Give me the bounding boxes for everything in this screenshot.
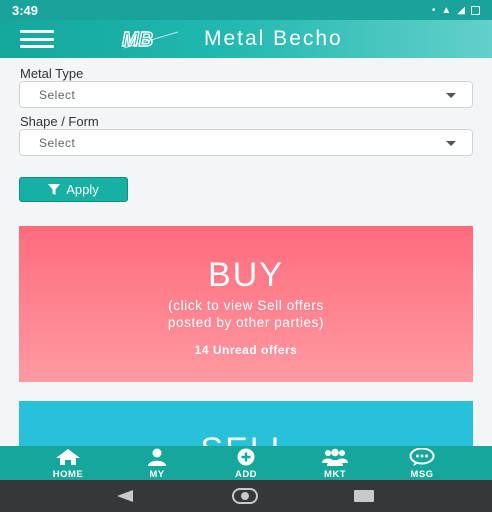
shape-form-select[interactable]: Select <box>19 129 473 156</box>
nav-mkt-label: MKT <box>323 469 347 480</box>
recents-icon[interactable] <box>354 490 374 502</box>
nav-home[interactable]: HOME <box>38 446 98 480</box>
unread-offers-count: 14 Unread offers <box>194 343 298 357</box>
app-title: Metal Becho <box>204 27 343 50</box>
app-bar: MB Metal Becho <box>0 20 492 58</box>
sell-card[interactable]: SELL <box>19 401 473 446</box>
nav-msg[interactable]: MSG <box>392 446 452 480</box>
chevron-down-icon <box>446 93 456 98</box>
system-nav-bar <box>0 480 492 512</box>
home-button-icon[interactable] <box>232 488 258 504</box>
nav-add[interactable]: ADD <box>216 446 276 480</box>
users-group-icon <box>322 448 348 466</box>
metal-type-label: Metal Type <box>20 66 84 81</box>
add-icon <box>237 448 255 466</box>
app-logo: MB <box>121 28 179 51</box>
back-icon[interactable] <box>117 490 133 502</box>
chat-icon <box>409 448 435 466</box>
system-icons: • ▲ ◢ <box>432 5 480 16</box>
battery-icon <box>471 5 480 15</box>
menu-icon[interactable] <box>20 30 54 48</box>
nav-home-label: HOME <box>52 469 84 480</box>
buy-description-line1: (click to view Sell offers <box>168 298 324 313</box>
metal-type-select[interactable]: Select <box>19 81 473 108</box>
chevron-down-icon <box>446 141 456 146</box>
metal-type-value: Select <box>39 87 76 102</box>
nav-my[interactable]: MY <box>127 446 187 480</box>
apply-button[interactable]: Apply <box>19 177 128 202</box>
home-icon <box>56 449 80 465</box>
shape-form-value: Select <box>39 135 76 150</box>
shape-form-label: Shape / Form <box>20 114 99 129</box>
apply-label: Apply <box>66 182 99 197</box>
notification-icon: • <box>431 4 436 16</box>
buy-description-line2: posted by other parties) <box>167 315 325 330</box>
wifi-icon: ◢ <box>457 4 465 16</box>
buy-card[interactable]: BUY (click to view Sell offers posted by… <box>19 226 473 382</box>
nav-mkt[interactable]: MKT <box>305 446 365 480</box>
nav-my-label: MY <box>149 469 165 480</box>
user-icon <box>148 448 166 466</box>
buy-title: BUY <box>208 256 284 294</box>
nav-msg-label: MSG <box>410 469 434 480</box>
filter-icon <box>48 183 61 195</box>
status-time: 3:49 <box>12 2 39 18</box>
nav-add-label: ADD <box>234 469 258 480</box>
bottom-nav: HOME MY ADD MKT MSG <box>0 446 492 480</box>
sell-title: SELL <box>19 431 473 446</box>
status-bar: 3:49 • ▲ ◢ <box>0 0 492 20</box>
signal-icon: ▲ <box>441 4 452 16</box>
